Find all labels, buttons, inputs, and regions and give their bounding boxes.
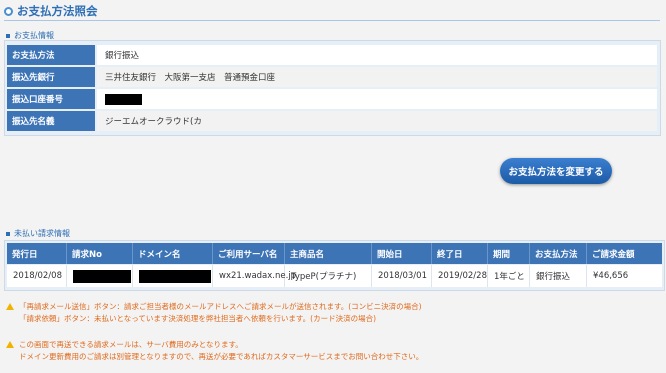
square-bullet-icon xyxy=(6,231,10,236)
cell-amount: ¥46,656 xyxy=(593,271,629,281)
warning-icon xyxy=(6,303,14,310)
info-row-account-name: 振込先名義 ジーエムオークラウド(カ xyxy=(7,111,657,131)
notice-server-only: この画面で再送できる請求メールは、サーバ費用のみとなります。 ドメイン更新費用の… xyxy=(6,339,423,363)
cell-domain xyxy=(133,265,213,287)
cell-start: 2018/03/01 xyxy=(372,265,432,287)
col-product: 主商品名 xyxy=(285,243,372,264)
col-start: 開始日 xyxy=(372,243,432,264)
info-label: 振込口座番号 xyxy=(7,89,97,109)
cell-server: wx21.wadax.ne.jp xyxy=(213,265,296,287)
redacted-block xyxy=(139,269,211,283)
info-label: 振込先銀行 xyxy=(7,67,97,87)
col-period: 期間 xyxy=(488,243,530,264)
col-invoice-no: 請求No xyxy=(67,243,133,264)
info-label: 振込先名義 xyxy=(7,111,97,131)
cell-issue-date: 2018/02/08 xyxy=(7,265,67,287)
unpaid-section-label: 未払い請求情報 xyxy=(6,228,70,239)
col-end: 終了日 xyxy=(432,243,488,264)
table-row: 2018/02/08 wx21.wadax.ne.jp TypeP(プラチナ) … xyxy=(7,265,662,287)
square-bullet-icon xyxy=(6,33,10,38)
cell-end: 2019/02/28 xyxy=(432,265,488,287)
info-row-bank: 振込先銀行 三井住友銀行 大阪第一支店 普通預金口座 xyxy=(7,67,657,87)
info-value: ジーエムオークラウド(カ xyxy=(97,111,657,131)
col-amount: ご請求金額 xyxy=(592,249,635,260)
info-label: お支払方法 xyxy=(7,45,97,65)
info-row-account-number: 振込口座番号 xyxy=(7,89,657,109)
notice-resend: 「再請求メール送信」ボタン：請求ご担当者様のメールアドレスへご請求メールが送信さ… xyxy=(6,301,422,325)
unpaid-invoice-table: 発行日 請求No ドメイン名 ご利用サーバ名 主商品名 開始日 終了日 期間 お… xyxy=(4,240,665,291)
page-title-text: お支払方法照会 xyxy=(17,4,98,18)
page-title: お支払方法照会 xyxy=(4,4,98,18)
table-header: 発行日 請求No ドメイン名 ご利用サーバ名 主商品名 開始日 終了日 期間 お… xyxy=(7,243,662,264)
warning-icon xyxy=(6,341,14,348)
cell-product: TypeP(プラチナ) xyxy=(285,265,372,287)
info-value: 三井住友銀行 大阪第一支店 普通預金口座 xyxy=(97,67,657,87)
cell-method: 銀行振込 xyxy=(530,265,587,287)
title-divider xyxy=(4,20,660,21)
info-row-method: お支払方法 銀行振込 xyxy=(7,45,657,65)
col-domain: ドメイン名 xyxy=(133,243,213,264)
col-method: お支払方法 xyxy=(530,243,587,264)
info-value xyxy=(97,89,657,109)
cell-period: 1年ごと xyxy=(488,265,530,287)
title-bullet-icon xyxy=(4,6,13,16)
cell-invoice-no xyxy=(67,265,133,287)
redacted-block xyxy=(105,93,142,105)
col-issue-date: 発行日 xyxy=(7,243,67,264)
payment-info-table: お支払方法 銀行振込 振込先銀行 三井住友銀行 大阪第一支店 普通預金口座 振込… xyxy=(4,40,661,136)
change-payment-method-button[interactable]: お支払方法を変更する xyxy=(500,158,612,184)
col-server: ご利用サーバ名 xyxy=(213,243,285,264)
info-value: 銀行振込 xyxy=(97,45,657,65)
redacted-block xyxy=(73,269,131,283)
